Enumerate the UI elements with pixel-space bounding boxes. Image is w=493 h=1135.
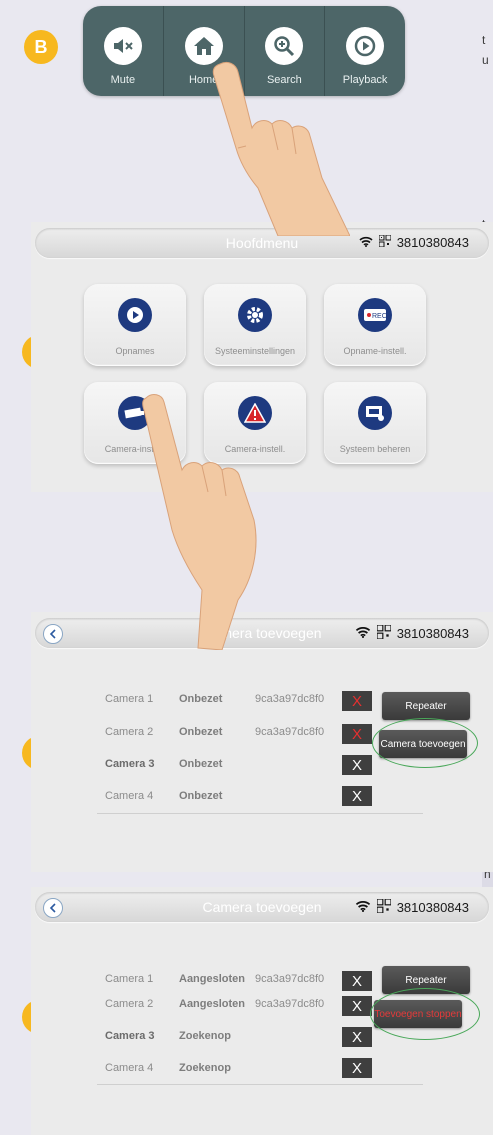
remove-camera-4-button[interactable]: X — [342, 786, 372, 806]
camera-add-header: Camera toevoegen 3810380843 — [35, 892, 489, 922]
camera-status: Zoekenop — [179, 1062, 231, 1074]
tile-label: Systeeminstellingen — [214, 346, 296, 356]
tile-label: Systeem beheren — [339, 444, 411, 454]
divider — [97, 1084, 423, 1085]
play-icon — [118, 298, 152, 332]
device-id: 3810380843 — [396, 900, 469, 915]
camera-status: Zoekenop — [179, 1030, 231, 1042]
tile-opnames[interactable]: Opnames — [84, 284, 186, 366]
remove-camera-1-button[interactable]: X — [342, 691, 372, 711]
divider — [97, 813, 423, 814]
camera-id: 9ca3a97dc8f0 — [255, 998, 325, 1010]
remove-camera-1-button[interactable]: X — [342, 971, 372, 991]
device-id: 3810380843 — [396, 235, 469, 250]
remove-camera-4-button[interactable]: X — [342, 1058, 372, 1078]
qr-code-icon — [378, 234, 392, 250]
system-manage-icon — [358, 396, 392, 430]
camera-status: Onbezet — [179, 726, 223, 738]
qr-code-icon — [376, 898, 392, 916]
tile-label: Opname-instell. — [343, 346, 407, 356]
play-icon — [346, 27, 385, 65]
edge-text-b: tu — [482, 33, 489, 67]
tile-systeeminstellingen[interactable]: Systeeminstellingen — [204, 284, 306, 366]
camera-status: Onbezet — [179, 693, 223, 705]
device-id: 3810380843 — [396, 626, 469, 641]
remove-camera-2-button[interactable]: X — [342, 996, 372, 1016]
camera-id: 9ca3a97dc8f0 — [255, 973, 325, 985]
highlight-ring — [370, 988, 480, 1040]
camera-name: Camera 4 — [105, 790, 154, 802]
highlight-ring — [372, 718, 478, 768]
tile-opname-instell[interactable]: REC Opname-instell. — [324, 284, 426, 366]
pointing-hand-icon — [212, 61, 350, 236]
pointing-hand-icon — [142, 394, 257, 650]
camera-add-screen-e: Camera toevoegen 3810380843 Camera 1 Aan… — [31, 887, 493, 1135]
camera-status: Aangesloten — [179, 998, 246, 1010]
camera-name: Camera 3 — [105, 1030, 155, 1042]
mute-label: Mute — [110, 74, 136, 86]
speaker-mute-icon — [103, 27, 142, 65]
rec-settings-icon: REC — [358, 298, 392, 332]
gear-icon — [238, 298, 272, 332]
remove-camera-3-button[interactable]: X — [342, 1027, 372, 1047]
camera-name: Camera 1 — [105, 973, 154, 985]
camera-id: 9ca3a97dc8f0 — [255, 693, 325, 705]
repeater-button[interactable]: Repeater — [382, 692, 470, 720]
remove-camera-3-button[interactable]: X — [342, 755, 372, 775]
camera-name: Camera 2 — [105, 998, 154, 1010]
camera-add-screen-d: Camera toevoegen 3810380843 Camera 1 Onb… — [31, 612, 493, 872]
svg-text:REC: REC — [372, 313, 387, 320]
camera-name: Camera 3 — [105, 758, 155, 770]
tile-label: Opnames — [115, 346, 155, 356]
camera-status: Onbezet — [179, 758, 223, 770]
camera-id: 9ca3a97dc8f0 — [255, 726, 325, 738]
qr-code-icon — [376, 624, 392, 642]
step-badge-b: B — [24, 30, 58, 64]
wifi-icon — [355, 900, 371, 915]
remove-camera-2-button[interactable]: X — [342, 724, 372, 744]
wifi-icon — [355, 626, 371, 641]
mute-button[interactable]: Mute — [83, 6, 163, 96]
wifi-icon — [359, 235, 373, 250]
camera-name: Camera 1 — [105, 693, 154, 705]
camera-status: Aangesloten — [179, 973, 246, 985]
camera-name: Camera 2 — [105, 726, 154, 738]
camera-status: Onbezet — [179, 790, 223, 802]
camera-name: Camera 4 — [105, 1062, 154, 1074]
tile-systeem-beheren[interactable]: Systeem beheren — [324, 382, 426, 464]
